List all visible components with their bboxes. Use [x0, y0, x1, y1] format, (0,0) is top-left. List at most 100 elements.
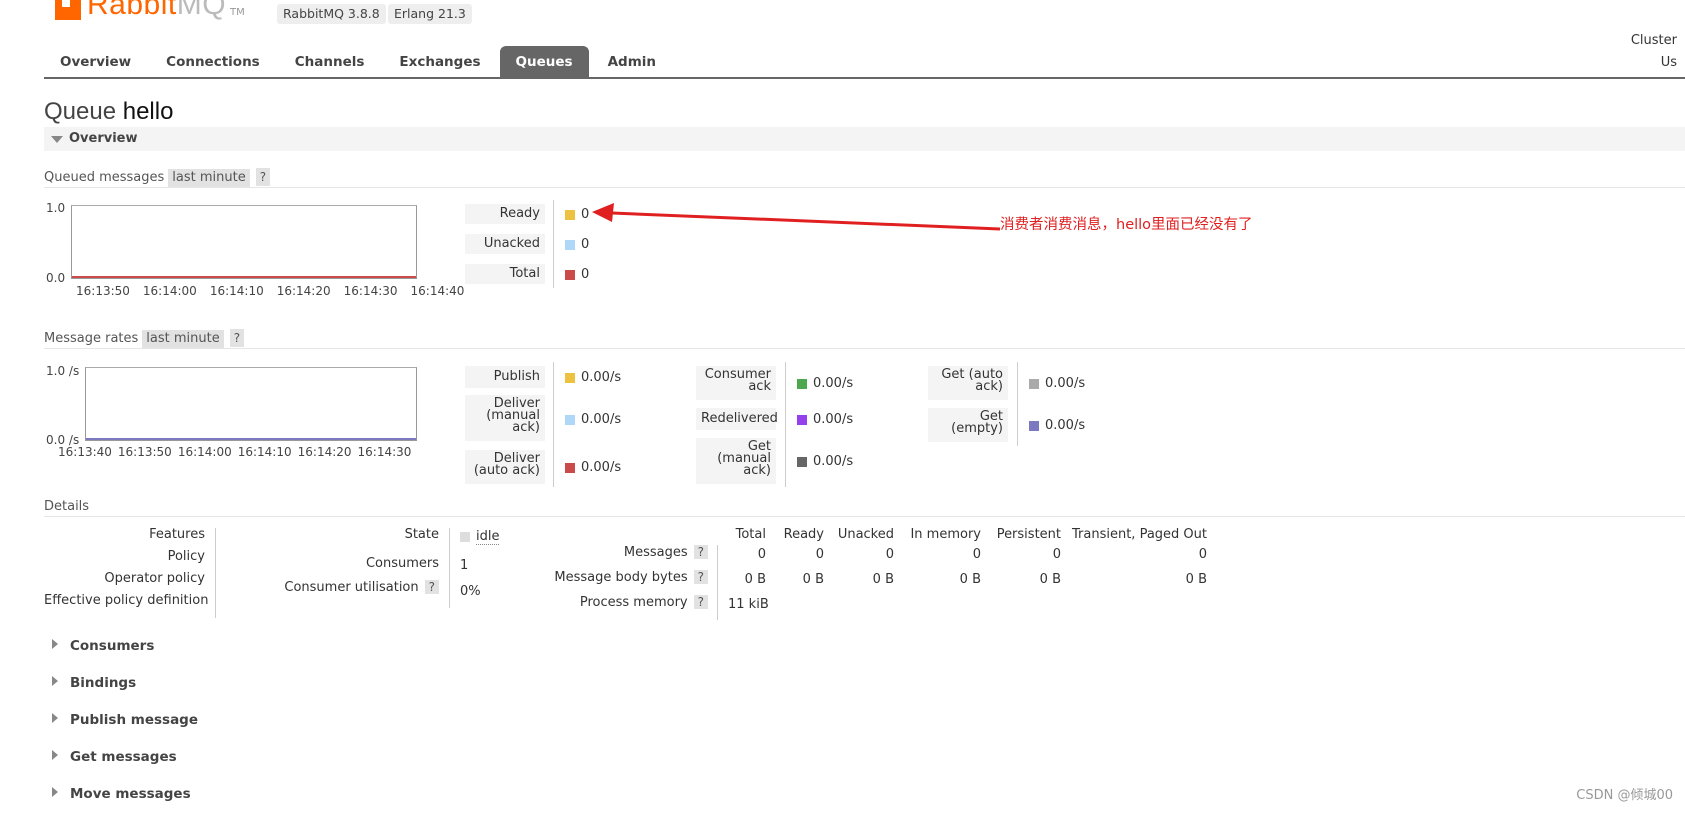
- message-rates-label: Message rates: [44, 331, 139, 346]
- legend-redelivered-value[interactable]: 0.00/s: [797, 412, 853, 427]
- get-auto-swatch-icon: [1029, 378, 1039, 389]
- legend-deliver-manual-label: Deliver (manual ack): [465, 395, 545, 441]
- legend-get-empty-label: Get (empty): [928, 408, 1008, 442]
- x-tick: 16:14:00: [142, 284, 197, 298]
- ready-count: 0: [581, 207, 590, 222]
- x-tick: 16:13:50: [117, 445, 172, 459]
- tab-exchanges[interactable]: Exchanges: [383, 46, 496, 78]
- legend-deliver-auto-value[interactable]: 0.00/s: [565, 460, 621, 475]
- x-tick: 16:14:30: [357, 445, 412, 459]
- body-bytes-persistent: 0 B: [1039, 572, 1061, 587]
- details-separator: [449, 528, 450, 608]
- legend-publish-label: Publish: [465, 366, 545, 388]
- cluster-label: Cluster: [1630, 33, 1677, 48]
- col-header-persistent: Persistent: [996, 527, 1061, 542]
- legend-get-auto-value[interactable]: 0.00/s: [1029, 376, 1085, 391]
- divider: [44, 516, 1685, 517]
- rates-series-line: [86, 438, 416, 440]
- logo-text-mq: MQ: [176, 0, 227, 21]
- legend-deliver-manual-value[interactable]: 0.00/s: [565, 412, 621, 427]
- state-text: idle: [476, 529, 500, 545]
- tab-queues[interactable]: Queues: [499, 46, 589, 78]
- consumers-section-title: Consumers: [70, 638, 155, 654]
- queued-help-button[interactable]: ?: [255, 168, 271, 186]
- legend-consumer-ack-label: Consumer ack: [696, 366, 776, 400]
- divider: [44, 348, 1685, 349]
- publish-message-section-toggle[interactable]: Publish message: [52, 712, 198, 728]
- x-tick: 16:13:40: [58, 445, 112, 459]
- messages-ready: 0: [815, 547, 824, 562]
- body-bytes-help-button[interactable]: ?: [693, 570, 708, 584]
- expand-triangle-icon: [52, 750, 58, 760]
- body-bytes-label: Message body bytes: [554, 570, 688, 585]
- messages-transient: 0: [1198, 547, 1207, 562]
- queued-series-line: [72, 276, 416, 278]
- queued-messages-chart: [71, 205, 417, 279]
- legend-deliver-auto-label: Deliver (auto ack): [465, 450, 545, 484]
- col-header-unacked: Unacked: [837, 527, 894, 542]
- legend-ready-value[interactable]: 0: [565, 207, 589, 222]
- consumer-utilisation-row: Consumer utilisation?: [240, 580, 439, 595]
- publish-rate: 0.00/s: [581, 370, 622, 385]
- deliver-auto-swatch-icon: [565, 462, 575, 473]
- legend-publish-value[interactable]: 0.00/s: [565, 370, 621, 385]
- rabbitmq-logo[interactable]: RabbitMQ TM: [55, 0, 245, 20]
- effective-policy-label: Effective policy definition: [44, 593, 209, 608]
- legend-total-value[interactable]: 0: [565, 267, 589, 282]
- legend-separator: [553, 362, 554, 487]
- process-memory-label: Process memory: [579, 595, 688, 610]
- x-tick: 16:14:40: [410, 284, 465, 298]
- overview-section-title: Overview: [69, 131, 138, 146]
- messages-row-label: Messages?: [520, 545, 708, 560]
- messages-label: Messages: [623, 545, 688, 560]
- get-empty-rate: 0.00/s: [1045, 418, 1086, 433]
- x-tick: 16:14:20: [276, 284, 331, 298]
- csdn-watermark: CSDN @倾城00: [1576, 788, 1673, 803]
- tabs-underline: [44, 77, 1685, 79]
- consumers-label: Consumers: [365, 556, 439, 571]
- legend-consumer-ack-value[interactable]: 0.00/s: [797, 376, 853, 391]
- bindings-section-toggle[interactable]: Bindings: [52, 675, 136, 691]
- tab-overview[interactable]: Overview: [44, 46, 147, 78]
- tab-channels[interactable]: Channels: [279, 46, 381, 78]
- move-messages-section-toggle[interactable]: Move messages: [52, 786, 191, 802]
- messages-help-button[interactable]: ?: [693, 545, 708, 559]
- redelivered-swatch-icon: [797, 414, 807, 425]
- col-header-transient: Transient, Paged Out: [1072, 527, 1207, 542]
- messages-in-memory: 0: [972, 547, 981, 562]
- x-tick: 16:13:50: [76, 284, 130, 298]
- process-memory-help-button[interactable]: ?: [693, 595, 708, 609]
- legend-separator: [553, 200, 554, 288]
- tab-admin[interactable]: Admin: [592, 46, 672, 78]
- policy-label: Policy: [167, 549, 205, 564]
- rates-range-selector[interactable]: last minute: [142, 330, 224, 348]
- collapse-triangle-icon: [51, 136, 63, 143]
- consumer-ack-rate: 0.00/s: [813, 376, 854, 391]
- get-manual-rate: 0.00/s: [813, 454, 854, 469]
- body-bytes-total: 0 B: [744, 572, 766, 587]
- message-rates-header: Message rates last minute?: [44, 329, 245, 348]
- rates-help-button[interactable]: ?: [229, 329, 245, 347]
- queued-range-selector[interactable]: last minute: [168, 169, 250, 187]
- features-label: Features: [149, 527, 205, 542]
- deliver-manual-rate: 0.00/s: [581, 412, 622, 427]
- col-header-in-memory: In memory: [910, 527, 981, 542]
- legend-unacked-value[interactable]: 0: [565, 237, 589, 252]
- legend-get-empty-value[interactable]: 0.00/s: [1029, 418, 1085, 433]
- tab-connections[interactable]: Connections: [150, 46, 276, 78]
- overview-section-toggle[interactable]: Overview: [44, 127, 1685, 151]
- legend-get-manual-label: Get (manual ack): [696, 438, 776, 484]
- legend-get-manual-value[interactable]: 0.00/s: [797, 454, 853, 469]
- x-tick: 16:14:20: [297, 445, 352, 459]
- annotation-arrow-icon: [592, 203, 1001, 231]
- utilisation-help-button[interactable]: ?: [424, 580, 439, 594]
- consumer-utilisation-label: Consumer utilisation: [284, 580, 419, 595]
- annotation-text: 消费者消费消息，hello里面已经没有了: [1000, 217, 1253, 233]
- unacked-count: 0: [581, 237, 590, 252]
- expand-triangle-icon: [52, 676, 58, 686]
- get-messages-section-toggle[interactable]: Get messages: [52, 749, 177, 765]
- legend-separator: [1017, 362, 1018, 446]
- consumers-section-toggle[interactable]: Consumers: [52, 638, 154, 654]
- unacked-swatch-icon: [565, 239, 575, 250]
- message-rates-chart: [85, 367, 417, 441]
